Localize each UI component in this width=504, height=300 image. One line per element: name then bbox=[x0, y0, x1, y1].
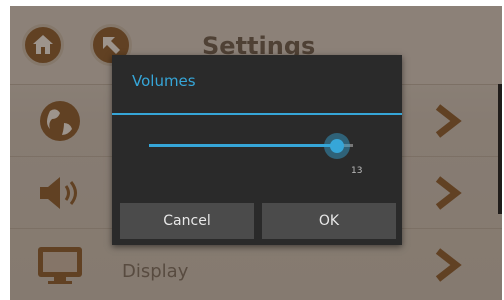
dialog-divider bbox=[112, 113, 402, 115]
volume-slider-thumb[interactable] bbox=[330, 139, 344, 153]
cancel-button[interactable]: Cancel bbox=[120, 203, 254, 239]
volume-slider-fill[interactable] bbox=[149, 144, 337, 147]
dialog-title: Volumes bbox=[132, 72, 196, 90]
ok-button[interactable]: OK bbox=[262, 203, 396, 239]
volume-dialog: Volumes 13 Cancel OK bbox=[112, 55, 402, 245]
volume-value: 13 bbox=[351, 166, 363, 176]
